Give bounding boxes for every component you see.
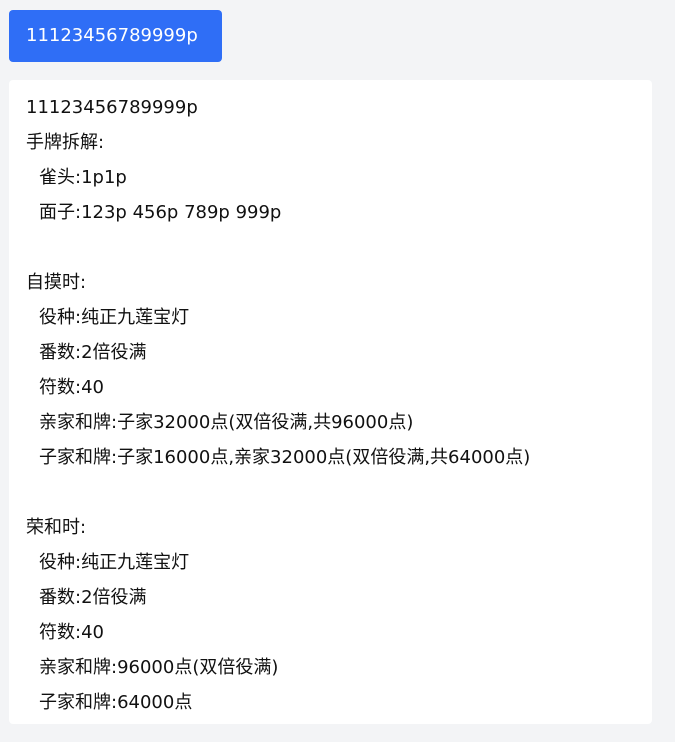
ron-yaku: 役种:纯正九莲宝灯 <box>39 552 190 573</box>
decomposition-title: 手牌拆解: <box>26 132 105 153</box>
melds-line: 面子:123p 456p 789p 999p <box>39 202 282 223</box>
result-card: 11123456789999p 手牌拆解: 雀头:1p1p 面子:123p 45… <box>9 80 652 724</box>
ron-nondealer-payment: 子家和牌:64000点 <box>39 692 193 713</box>
tsumo-dealer-payment: 亲家和牌:子家32000点(双倍役满,共96000点) <box>39 412 414 433</box>
tsumo-yaku: 役种:纯正九莲宝灯 <box>39 307 190 328</box>
ron-han: 番数:2倍役满 <box>39 587 147 608</box>
hand-text: 11123456789999p <box>26 97 198 118</box>
tsumo-nondealer-payment: 子家和牌:子家16000点,亲家32000点(双倍役满,共64000点) <box>39 447 531 468</box>
ron-fu: 符数:40 <box>39 622 104 643</box>
pair-line: 雀头:1p1p <box>39 167 127 188</box>
hand-input-button[interactable]: 11123456789999p <box>9 10 222 62</box>
tsumo-title: 自摸时: <box>26 272 87 293</box>
ron-dealer-payment: 亲家和牌:96000点(双倍役满) <box>39 657 279 678</box>
tsumo-fu: 符数:40 <box>39 377 104 398</box>
ron-title: 荣和时: <box>26 517 87 538</box>
tsumo-han: 番数:2倍役满 <box>39 342 147 363</box>
page: 11123456789999p 11123456789999p 手牌拆解: 雀头… <box>0 0 675 742</box>
